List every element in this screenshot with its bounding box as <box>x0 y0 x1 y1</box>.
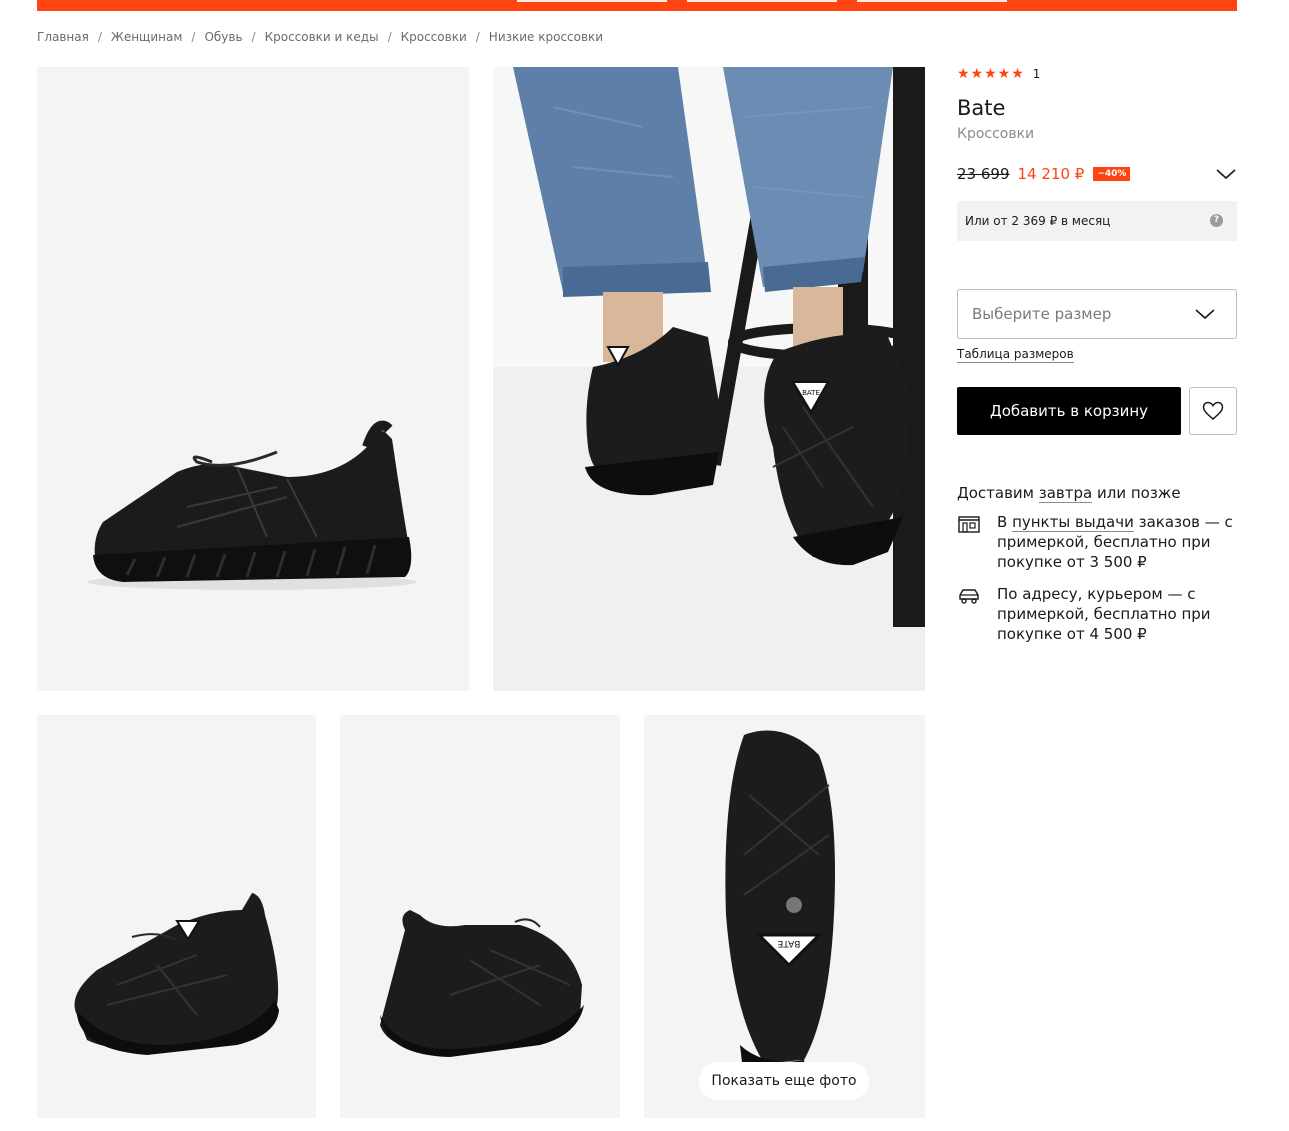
car-icon <box>959 589 979 604</box>
courier-text: По адресу, курьером — с примеркой, беспл… <box>997 585 1211 643</box>
product-brand[interactable]: Bate <box>957 96 1005 120</box>
price-row: 23 699 14 210 ₽ −40% <box>957 163 1237 185</box>
pickup-text-prefix: В <box>997 513 1013 531</box>
installment-banner: Или от 2 369 ₽ в месяц ? <box>957 201 1237 241</box>
promo-bar-segment <box>687 0 837 2</box>
size-table-link[interactable]: Таблица размеров <box>957 347 1074 363</box>
promo-bar-segment <box>857 0 1007 2</box>
old-price: 23 699 <box>957 165 1010 183</box>
size-select[interactable]: Выберите размер <box>957 289 1237 339</box>
breadcrumb-item-sneakers-and-keds[interactable]: Кроссовки и кеды <box>265 30 379 44</box>
breadcrumb-separator: / <box>97 30 102 44</box>
breadcrumb-item-home[interactable]: Главная <box>37 30 89 44</box>
current-price: 14 210 ₽ <box>1017 165 1085 183</box>
breadcrumb-item-shoes[interactable]: Обувь <box>204 30 242 44</box>
show-more-photos-button[interactable]: Показать еще фото <box>699 1062 869 1100</box>
delivery-title: Доставим завтра или позже <box>957 484 1181 503</box>
pickup-points-link[interactable]: пункты выдачи <box>1012 513 1134 532</box>
delivery-title-prefix: Доставим <box>957 484 1039 502</box>
delivery-title-suffix: или позже <box>1092 484 1181 502</box>
sneaker-back-angle-image <box>340 715 620 1118</box>
pickup-text: В пункты выдачи заказов — с примеркой, б… <box>997 512 1237 572</box>
breadcrumb: Главная / Женщинам / Обувь / Кроссовки и… <box>37 30 603 44</box>
product-photo-front-angle[interactable] <box>37 715 316 1118</box>
sneaker-side-image <box>37 67 469 691</box>
breadcrumb-separator: / <box>251 30 256 44</box>
worn-shoe-logo: BATE <box>802 389 820 397</box>
sneaker-top-image: BATE <box>644 715 925 1118</box>
add-to-cart-button[interactable]: Добавить в корзину <box>957 387 1181 435</box>
sneaker-front-angle-image <box>37 715 316 1118</box>
size-select-placeholder: Выберите размер <box>972 305 1112 323</box>
promo-bar-segment <box>517 0 667 2</box>
breadcrumb-separator: / <box>191 30 196 44</box>
breadcrumb-separator: / <box>475 30 480 44</box>
help-icon[interactable]: ? <box>1210 214 1223 227</box>
delivery-option-courier: По адресу, курьером — с примеркой, беспл… <box>957 584 1237 646</box>
breadcrumb-item-low-sneakers[interactable]: Низкие кроссовки <box>489 30 603 44</box>
heart-icon <box>1202 401 1224 420</box>
pickup-point-icon <box>958 516 980 533</box>
sneaker-worn-image: BATE <box>493 67 925 691</box>
add-to-favorites-button[interactable] <box>1189 387 1237 435</box>
delivery-date-link[interactable]: завтра <box>1038 484 1093 503</box>
top-shoe-logo: BATE <box>777 938 800 948</box>
price-details-chevron-icon[interactable] <box>1215 166 1237 182</box>
product-photo-worn[interactable]: BATE <box>493 67 925 691</box>
breadcrumb-item-sneakers[interactable]: Кроссовки <box>401 30 467 44</box>
rating-count: 1 <box>1032 67 1041 81</box>
product-photo-top[interactable]: BATE Показать еще фото <box>644 715 925 1118</box>
product-photo-back-angle[interactable] <box>340 715 620 1118</box>
product-photo-side[interactable] <box>37 67 469 691</box>
breadcrumb-separator: / <box>387 30 392 44</box>
chevron-down-icon <box>1195 309 1215 320</box>
installment-text: Или от 2 369 ₽ в месяц <box>965 214 1111 228</box>
product-type: Кроссовки <box>957 126 1035 142</box>
delivery-option-pickup: В пункты выдачи заказов — с примеркой, б… <box>957 512 1237 574</box>
top-promo-bar <box>37 0 1237 11</box>
breadcrumb-item-women[interactable]: Женщинам <box>111 30 183 44</box>
product-rating[interactable]: ★★★★★ 1 <box>957 66 1040 82</box>
discount-badge: −40% <box>1093 167 1131 181</box>
rating-stars-icon: ★★★★★ <box>957 66 1025 82</box>
